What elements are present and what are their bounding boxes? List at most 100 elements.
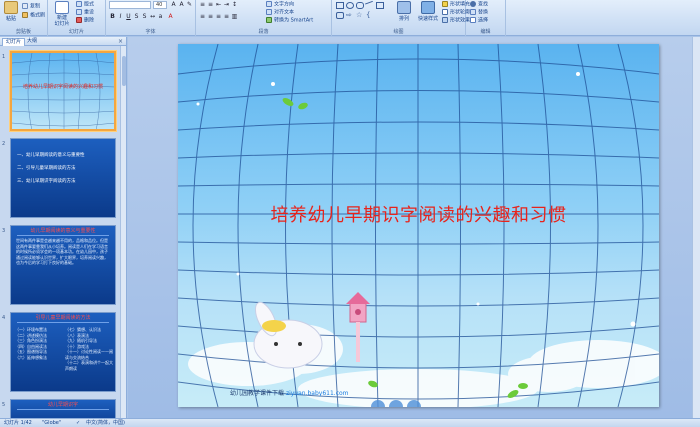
decrease-indent-icon[interactable]: ⇤ — [215, 1, 222, 8]
star-shape-icon[interactable]: ☆ — [356, 12, 364, 19]
grow-font-icon[interactable]: A — [170, 1, 177, 8]
numbering-icon[interactable]: ≡ — [207, 1, 214, 8]
align-center-icon[interactable]: ≡ — [207, 13, 214, 20]
slide-thumbnail-5[interactable]: 幼儿早期识字 — [10, 399, 116, 418]
slide-thumbnail-2[interactable]: 一、幼儿早期阅读的意义与重要性 二、引导儿童早期阅读的方法 三、幼儿早期识字阅读… — [10, 138, 116, 218]
slide-title[interactable]: 培养幼儿早期识字阅读的兴趣和习惯 — [178, 201, 659, 227]
brush-icon — [22, 12, 28, 18]
editing-group-label: 编辑 — [480, 29, 491, 35]
new-slide-icon — [55, 1, 69, 14]
cursor-icon — [470, 17, 476, 23]
paragraph-group: ≡ ≡ ⇤ ⇥ ↕ 文字方向 ≡ ≡ ≡ ≡ ▥ 对齐文本 转换为 SmartA… — [196, 0, 332, 36]
language-indicator[interactable]: 中文(简体，中国) — [86, 419, 125, 427]
clipboard-group-label: 剪贴板 — [15, 29, 31, 35]
tab-slides[interactable]: 幻灯片 — [2, 38, 26, 46]
textbox-shape-icon[interactable] — [376, 2, 384, 9]
format-painter-button[interactable]: 格式刷 — [22, 12, 45, 19]
replace-icon — [470, 9, 476, 15]
thumb-line: 三、幼儿早期识字阅读的方法 — [17, 179, 76, 184]
effects-icon — [442, 17, 448, 23]
outline-pen-icon — [442, 9, 448, 15]
font-color-icon[interactable]: A — [167, 13, 174, 20]
thumb-left-column: （一）环境布置法 （二）讲述模仿法 （三）角色扮演法 （四）自由阅读法 （五）图… — [15, 327, 47, 360]
font-name-combo[interactable] — [109, 1, 151, 9]
replace-button[interactable]: 替换 — [470, 9, 488, 16]
rectangle-shape-icon[interactable] — [336, 2, 344, 9]
thumb-line: 一、幼儿早期阅读的意义与重要性 — [17, 153, 85, 158]
slide-number: 2 — [2, 141, 6, 147]
strikethrough-icon[interactable]: S — [133, 13, 140, 20]
paste-icon — [4, 1, 18, 14]
layout-button[interactable]: 版式 — [76, 1, 94, 8]
align-text-button[interactable]: 对齐文本 — [266, 9, 294, 16]
thumb-paragraph: 世间有两件事是会越来越不用的，品格和品位。但是这两件事要靠我们从小培养。阅读是人… — [16, 238, 108, 265]
shadow-icon[interactable]: S — [141, 13, 148, 20]
new-slide-button[interactable]: 新建 幻灯片 — [52, 1, 72, 27]
italic-icon[interactable]: I — [117, 13, 124, 20]
panel-scroll-thumb[interactable] — [122, 56, 126, 86]
slide-thumbnail-3[interactable]: 幼儿早期阅读的意义与重要性 世间有两件事是会越来越不用的，品格和品位。但是这两件… — [10, 225, 116, 305]
slide-workspace: 培养幼儿早期识字阅读的兴趣和习惯 幼儿园教学课件下载 ziyuan.baby61… — [128, 37, 700, 418]
increase-indent-icon[interactable]: ⇥ — [223, 1, 230, 8]
slide-footer[interactable]: 幼儿园教学课件下载 ziyuan.baby611.com — [230, 388, 349, 397]
smartart-button[interactable]: 转换为 SmartArt — [266, 17, 313, 24]
select-button[interactable]: 选择 — [470, 17, 488, 24]
footer-text: 幼儿园教学课件下载 — [230, 390, 285, 397]
font-size-combo[interactable]: 40 — [153, 1, 167, 9]
arrange-icon — [397, 1, 411, 14]
slide-number: 5 — [2, 402, 6, 408]
footer-url: ziyuan.baby611.com — [285, 390, 349, 397]
change-case-icon[interactable]: a — [157, 13, 164, 20]
font-group-label: 字体 — [145, 29, 156, 35]
tab-outline[interactable]: 大纲 — [24, 38, 40, 46]
delete-icon — [76, 17, 82, 23]
drawing-group: ⇨ ☆ { 排列 快速样式 形状填充 形状轮廓 形状效果 绘图 — [332, 0, 470, 36]
callout-shape-icon[interactable] — [336, 12, 344, 19]
brace-shape-icon[interactable]: { — [366, 12, 374, 19]
globe-grid-graphic — [12, 53, 114, 129]
oval-shape-icon[interactable] — [346, 2, 354, 9]
slide-thumbnail-4[interactable]: 引导儿童早期阅读的方法 （一）环境布置法 （二）讲述模仿法 （三）角色扮演法 （… — [10, 312, 116, 392]
align-text-icon — [266, 9, 272, 15]
status-bar: 幻灯片 1/42 "Globe" ✓ 中文(简体，中国) — [0, 418, 700, 427]
align-left-icon[interactable]: ≡ — [199, 13, 206, 20]
binoculars-icon — [470, 1, 476, 7]
underline-icon[interactable]: U — [125, 13, 132, 20]
slide-number: 3 — [2, 228, 6, 234]
arrow-shape-icon[interactable]: ⇨ — [346, 12, 354, 19]
close-panel-icon[interactable]: × — [118, 38, 123, 45]
slides-group: 新建 幻灯片 版式 重设 删除 幻灯片 — [48, 0, 106, 36]
editing-group: 查找 替换 选择 编辑 — [466, 0, 506, 36]
columns-icon[interactable]: ▥ — [231, 13, 238, 20]
thumb-line: 二、引导儿童早期阅读的方法 — [17, 166, 76, 171]
slide-thumbnail-1[interactable]: 培养幼儿早期识字阅读的兴趣和习惯 — [10, 51, 116, 131]
theme-name: "Globe" — [42, 420, 62, 426]
slide-canvas[interactable]: 培养幼儿早期识字阅读的兴趣和习惯 幼儿园教学课件下载 ziyuan.baby61… — [178, 44, 659, 407]
paste-button[interactable]: 粘贴 — [2, 1, 20, 22]
char-spacing-icon[interactable]: ↔ — [149, 13, 156, 20]
clear-format-icon[interactable]: ✎ — [186, 1, 193, 8]
fill-bucket-icon — [442, 1, 448, 7]
bullets-icon[interactable]: ≡ — [199, 1, 206, 8]
line-shape-icon[interactable] — [365, 0, 375, 11]
rounded-rect-shape-icon[interactable] — [356, 2, 364, 9]
align-right-icon[interactable]: ≡ — [215, 13, 222, 20]
text-direction-button[interactable]: 文字方向 — [266, 1, 294, 8]
quick-styles-button[interactable]: 快速样式 — [416, 1, 440, 22]
smartart-icon — [266, 17, 272, 23]
thumb-title: 培养幼儿早期识字阅读的兴趣和习惯 — [22, 84, 103, 90]
reset-button[interactable]: 重设 — [76, 9, 94, 16]
slide-scrollbar[interactable] — [692, 37, 700, 418]
line-spacing-icon[interactable]: ↕ — [231, 1, 238, 8]
justify-icon[interactable]: ≡ — [223, 13, 230, 20]
spellcheck-icon[interactable]: ✓ — [76, 419, 80, 427]
slides-group-label: 幻灯片 — [68, 29, 84, 35]
arrange-button[interactable]: 排列 — [394, 1, 414, 22]
bold-icon[interactable]: B — [109, 13, 116, 20]
shrink-font-icon[interactable]: A — [178, 1, 185, 8]
thumb-heading: 幼儿早期阅读的意义与重要性 — [17, 228, 109, 236]
find-button[interactable]: 查找 — [470, 1, 488, 8]
delete-slide-button[interactable]: 删除 — [76, 17, 94, 24]
copy-button[interactable]: 复制 — [22, 3, 40, 10]
panel-scrollbar[interactable] — [120, 46, 126, 418]
